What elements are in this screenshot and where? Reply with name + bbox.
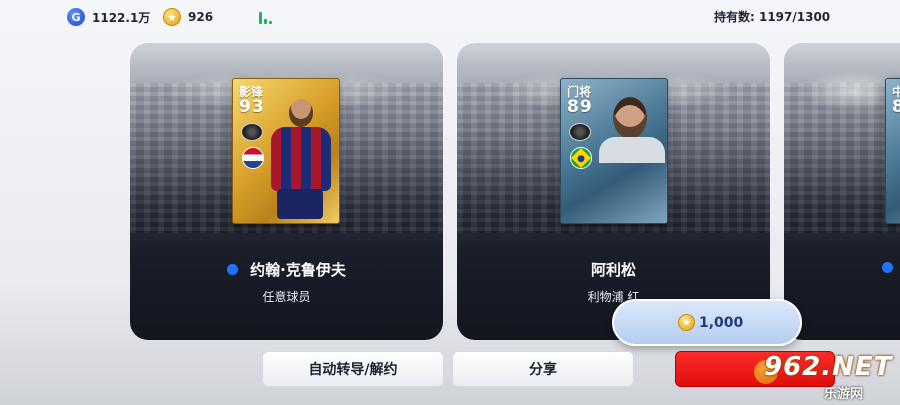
site-watermark: 962.NET 乐游网 xyxy=(754,352,900,405)
player-panel-2[interactable]: 门将 89 阿利松 利物浦 红 xyxy=(457,43,770,340)
player-card[interactable]: 影锋 93 xyxy=(232,78,340,224)
selection-dot-icon xyxy=(882,262,893,273)
player-name: 约翰·克鲁伊夫 xyxy=(130,259,443,280)
player-rating: 8 xyxy=(892,97,900,117)
star-coin-icon: ★ xyxy=(678,314,695,331)
gp-currency: G 1122.1万 xyxy=(67,7,150,27)
coin-value: 926 xyxy=(188,10,214,24)
player-rating: 93 xyxy=(239,97,265,117)
coin-currency: ★ 926 xyxy=(163,7,213,27)
player-team: 任意球员 xyxy=(262,290,311,304)
player-figure xyxy=(599,93,667,163)
player-name-text: 约翰·克鲁伊夫 xyxy=(250,261,346,279)
player-name xyxy=(784,259,900,277)
owned-count: 持有数: 1197/1300 xyxy=(714,10,831,24)
gp-icon: G xyxy=(67,8,85,26)
player-rating: 89 xyxy=(567,97,593,117)
signal-icon xyxy=(259,10,275,24)
price-button[interactable]: ★ 1,000 xyxy=(612,299,802,346)
price-value: 1,000 xyxy=(699,314,744,331)
share-button[interactable]: 分享 xyxy=(452,351,634,387)
player-name: 阿利松 xyxy=(590,261,636,279)
player-panel-3[interactable]: 中 8 xyxy=(784,43,900,340)
player-panel-1[interactable]: 影锋 93 约翰·克鲁伊夫 任意球员 xyxy=(130,43,443,340)
gp-value: 1122.1万 xyxy=(92,10,151,25)
selection-dot-icon xyxy=(227,264,239,275)
watermark-subtext: 乐游网 xyxy=(824,387,864,402)
playstyle-badge-icon xyxy=(241,123,263,141)
player-card[interactable]: 门将 89 xyxy=(560,78,668,224)
player-figure xyxy=(263,93,339,223)
watermark-text: 962.NET xyxy=(764,352,893,382)
top-status-bar: G 1122.1万 ★ 926 持有数: 1197/1300 xyxy=(0,0,900,34)
brazil-flag-icon xyxy=(570,147,592,169)
auto-transfer-button[interactable]: 自动转导/解约 xyxy=(262,351,444,387)
star-coin-icon: ★ xyxy=(163,8,181,26)
playstyle-badge-icon xyxy=(569,123,591,141)
netherlands-flag-icon xyxy=(242,147,264,169)
player-card[interactable]: 中 8 xyxy=(885,78,900,224)
